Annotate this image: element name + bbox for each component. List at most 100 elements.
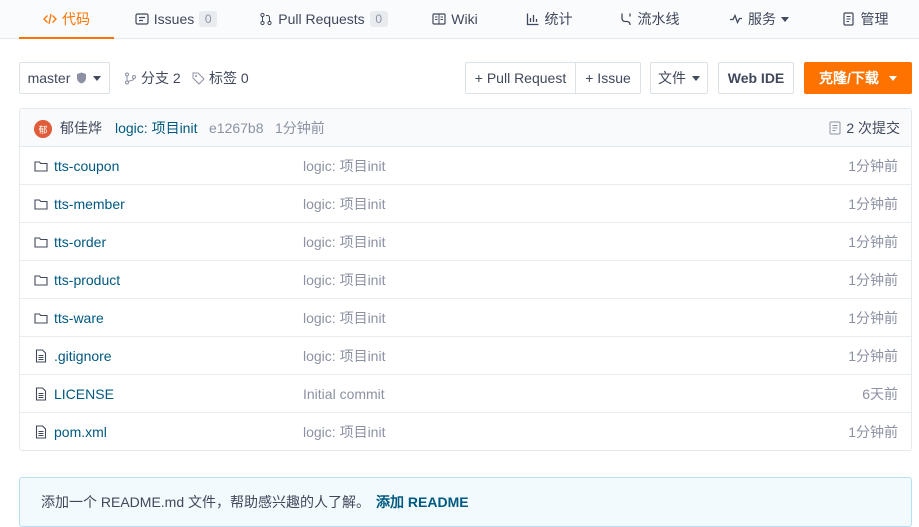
commit-count-link[interactable]: 2 次提交 xyxy=(829,109,900,147)
latest-commit-row: 郁 郁佳烨 logic: 项目init e1267b8 1分钟前 2 次提交 xyxy=(20,109,911,147)
file-name-link[interactable]: LICENSE xyxy=(34,375,114,413)
manage-icon xyxy=(842,12,856,26)
file-time: 1分钟前 xyxy=(848,272,898,288)
branch-toolbar: master 分支 2 标签 0 + Pull Request + Issue … xyxy=(19,62,912,96)
file-commit-message[interactable]: logic: 项目init xyxy=(303,261,385,299)
tab-manage[interactable]: 管理 xyxy=(834,0,896,38)
file-commit-message[interactable]: Initial commit xyxy=(303,375,385,413)
file-name-link[interactable]: tts-coupon xyxy=(34,147,119,185)
shield-icon xyxy=(76,72,87,84)
tab-label: 流水线 xyxy=(637,11,680,27)
table-row: LICENSE Initial commit 6天前 xyxy=(20,375,911,413)
new-issue-button[interactable]: + Issue xyxy=(575,62,641,94)
commit-time: 1分钟前 xyxy=(275,120,325,136)
add-readme-link[interactable]: 添加 README xyxy=(376,492,469,512)
branches-link[interactable]: 分支 2 xyxy=(124,62,181,94)
code-icon xyxy=(43,12,57,26)
commit-count: 2 次提交 xyxy=(846,120,900,136)
table-row: tts-order logic: 项目init 1分钟前 xyxy=(20,223,911,261)
file-name: pom.xml xyxy=(54,424,107,440)
tab-label: 代码 xyxy=(62,11,90,27)
clone-download-button[interactable]: 克隆/下载 xyxy=(804,62,912,94)
pipeline-icon xyxy=(619,12,633,26)
new-issue-label: + Issue xyxy=(585,70,631,86)
file-time: 1分钟前 xyxy=(848,196,898,212)
tab-label: Issues xyxy=(153,11,195,27)
file-name: tts-product xyxy=(54,272,121,288)
issues-count-badge: 0 xyxy=(199,11,218,27)
file-name-link[interactable]: tts-order xyxy=(34,223,106,261)
tab-issues[interactable]: Issues 0 xyxy=(130,0,222,38)
table-row: tts-ware logic: 项目init 1分钟前 xyxy=(20,299,911,337)
file-name: tts-member xyxy=(54,196,125,212)
readme-notice-text: 添加一个 README.md 文件，帮助感兴趣的人了解。 xyxy=(41,494,371,510)
file-name: LICENSE xyxy=(54,386,114,402)
table-row: tts-member logic: 项目init 1分钟前 xyxy=(20,185,911,223)
file-commit-message[interactable]: logic: 项目init xyxy=(303,413,385,451)
file-name: .gitignore xyxy=(54,348,112,364)
file-name-link[interactable]: pom.xml xyxy=(34,413,107,451)
commit-message[interactable]: logic: 项目init xyxy=(115,109,197,147)
chevron-down-icon xyxy=(888,75,897,81)
web-ide-button[interactable]: Web IDE xyxy=(718,62,794,94)
file-menu-button[interactable]: 文件 xyxy=(650,62,708,94)
readme-notice: 添加一个 README.md 文件，帮助感兴趣的人了解。 添加 README xyxy=(19,477,912,527)
tags-link[interactable]: 标签 0 xyxy=(192,62,249,94)
chevron-down-icon xyxy=(692,75,700,81)
tab-pipeline[interactable]: 流水线 xyxy=(612,0,686,38)
clone-download-label: 克隆/下载 xyxy=(819,70,879,86)
branch-name: master xyxy=(27,70,71,86)
issues-icon xyxy=(135,12,149,26)
tab-services[interactable]: 服务 xyxy=(720,0,798,38)
file-time: 1分钟前 xyxy=(848,158,898,174)
file-time: 6天前 xyxy=(862,386,898,402)
tab-pull-requests[interactable]: Pull Requests 0 xyxy=(255,0,392,38)
tags-count: 标签 0 xyxy=(209,70,249,86)
commit-author[interactable]: 郁佳烨 xyxy=(60,109,102,147)
commits-icon xyxy=(829,121,841,135)
file-name-link[interactable]: tts-product xyxy=(34,261,120,299)
tag-icon xyxy=(192,72,205,85)
tab-label: 统计 xyxy=(544,11,573,27)
file-icon xyxy=(34,425,48,439)
branch-selector[interactable]: master xyxy=(19,62,110,94)
table-row: tts-coupon logic: 项目init 1分钟前 xyxy=(20,147,911,185)
file-commit-message[interactable]: logic: 项目init xyxy=(303,185,385,223)
file-commit-message[interactable]: logic: 项目init xyxy=(303,299,385,337)
tab-label: 管理 xyxy=(860,11,889,27)
wiki-icon xyxy=(432,12,446,26)
file-name-link[interactable]: tts-member xyxy=(34,185,125,223)
commit-hash[interactable]: e1267b8 xyxy=(209,109,264,147)
folder-icon xyxy=(34,197,48,211)
file-time: 1分钟前 xyxy=(848,310,898,326)
tab-label: Pull Requests xyxy=(278,11,365,27)
folder-icon xyxy=(34,273,48,287)
avatar[interactable]: 郁 xyxy=(34,120,52,138)
folder-icon xyxy=(34,159,48,173)
file-time: 1分钟前 xyxy=(848,424,898,440)
chevron-down-icon xyxy=(781,16,789,22)
tab-code[interactable]: 代码 xyxy=(19,0,114,39)
file-commit-message[interactable]: logic: 项目init xyxy=(303,223,385,261)
file-icon xyxy=(34,387,48,401)
tab-wiki[interactable]: Wiki xyxy=(425,0,485,38)
file-menu-label: 文件 xyxy=(658,70,686,86)
tab-label: 服务 xyxy=(748,11,776,27)
file-name: tts-ware xyxy=(54,310,104,326)
chevron-down-icon xyxy=(93,75,102,81)
table-row: .gitignore logic: 项目init 1分钟前 xyxy=(20,337,911,375)
new-pull-request-button[interactable]: + Pull Request xyxy=(465,62,576,94)
pull-request-icon xyxy=(259,12,273,26)
pulse-icon xyxy=(729,12,743,26)
table-row: pom.xml logic: 项目init 1分钟前 xyxy=(20,413,911,451)
file-commit-message[interactable]: logic: 项目init xyxy=(303,337,385,375)
branches-count: 分支 2 xyxy=(141,70,181,86)
table-row: tts-product logic: 项目init 1分钟前 xyxy=(20,261,911,299)
folder-icon xyxy=(34,311,48,325)
file-name-link[interactable]: tts-ware xyxy=(34,299,104,337)
tab-stats[interactable]: 统计 xyxy=(518,0,580,38)
file-name-link[interactable]: .gitignore xyxy=(34,337,112,375)
file-commit-message[interactable]: logic: 项目init xyxy=(303,147,385,185)
file-name: tts-coupon xyxy=(54,158,120,174)
file-time: 1分钟前 xyxy=(848,348,898,364)
